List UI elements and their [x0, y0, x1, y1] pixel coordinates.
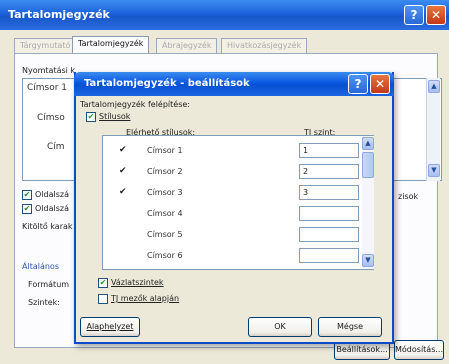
toc-level-input[interactable] — [299, 206, 359, 221]
outline-levels-label: Vázlatszintek — [111, 278, 164, 287]
options-title: Tartalomjegyzék - beállítások — [84, 78, 250, 89]
tab-index[interactable]: Tárgymutató — [14, 38, 77, 54]
style-name: Címsor 5 — [147, 230, 183, 239]
help-button[interactable]: ? — [404, 5, 424, 25]
toc-level-input[interactable]: 2 — [299, 164, 359, 179]
scroll-up-icon[interactable]: ▲ — [362, 137, 374, 150]
tc-fields-label: TJ mezők alapján — [111, 294, 180, 303]
styles-checkbox[interactable]: ✔ — [86, 112, 96, 122]
dialog-titlebar: Tartalomjegyzék ? ✕ — [0, 0, 449, 30]
show-page-numbers-label: Oldalszá — [35, 190, 69, 199]
hyperlinks-label: zisok — [398, 192, 419, 201]
ok-button[interactable]: OK — [248, 317, 312, 337]
build-from-label: Tartalomjegyzék felépítése: — [80, 100, 190, 109]
formats-label: Formátum — [28, 280, 70, 289]
checkmark-icon: ✔ — [119, 166, 127, 176]
style-row[interactable]: ✔ Címsor 1 1 — [103, 142, 361, 161]
style-row[interactable]: Címsor 6 — [103, 247, 361, 266]
tab-figures[interactable]: Ábrajegyzék — [156, 38, 218, 54]
preview-scrollbar[interactable]: ▲ ▼ — [426, 78, 440, 181]
cancel-button[interactable]: Mégse — [318, 317, 382, 337]
toc-level-input[interactable]: 3 — [299, 185, 359, 200]
toc-level-input[interactable] — [299, 227, 359, 242]
checkmark-icon: ✔ — [119, 187, 127, 197]
toc-options-dialog: Tartalomjegyzék - beállítások ? ✕ Tartal… — [74, 72, 394, 344]
right-align-checkbox[interactable]: ✔ — [22, 204, 32, 214]
options-close-button[interactable]: ✕ — [370, 74, 390, 94]
levels-label: Szintek: — [28, 298, 60, 307]
show-page-numbers-checkbox[interactable]: ✔ — [22, 190, 32, 200]
right-align-label: Oldalszá — [35, 204, 69, 213]
preview-line-3: Cím — [47, 142, 65, 152]
style-row[interactable]: Címsor 4 — [103, 205, 361, 224]
toc-level-input[interactable] — [299, 248, 359, 263]
scroll-up-icon[interactable]: ▲ — [428, 80, 440, 93]
scroll-down-icon[interactable]: ▼ — [428, 164, 440, 177]
tab-authorities[interactable]: Hivatkozásjegyzék — [221, 38, 308, 54]
toc-dialog: Tartalomjegyzék ? ✕ Tárgymutató Tartalom… — [0, 0, 449, 364]
general-section-label: Általános — [22, 262, 59, 271]
dialog-title: Tartalomjegyzék — [8, 8, 110, 21]
style-row[interactable]: Címsor 5 — [103, 226, 361, 245]
close-button[interactable]: ✕ — [426, 5, 446, 25]
reset-button[interactable]: Alaphelyzet — [80, 317, 140, 337]
style-row[interactable]: ✔ Címsor 2 2 — [103, 163, 361, 182]
style-name: Címsor 3 — [147, 188, 183, 197]
options-help-button[interactable]: ? — [348, 74, 368, 94]
style-name: Címsor 1 — [147, 146, 183, 155]
style-name: Címsor 6 — [147, 251, 183, 260]
scroll-thumb[interactable] — [362, 152, 374, 178]
print-preview-label: Nyomtatási k — [22, 66, 76, 75]
checkmark-icon: ✔ — [119, 145, 127, 155]
toc-level-input[interactable]: 1 — [299, 143, 359, 158]
styles-checkbox-label: Stílusok — [99, 112, 131, 121]
modify-button[interactable]: Módosítás... — [394, 340, 444, 360]
options-titlebar: Tartalomjegyzék - beállítások ? ✕ — [74, 72, 394, 96]
tab-toc[interactable]: Tartalomjegyzék — [72, 36, 150, 54]
styles-scrollbar[interactable]: ▲ ▼ — [362, 136, 374, 269]
tc-fields-checkbox[interactable] — [98, 294, 108, 304]
scroll-down-icon[interactable]: ▼ — [362, 254, 374, 267]
style-name: Címsor 2 — [147, 167, 183, 176]
tab-leader-label: Kitöltő karak — [22, 222, 73, 231]
style-row[interactable]: ✔ Címsor 3 3 — [103, 184, 361, 203]
styles-list: ✔ Címsor 1 1 ✔ Címsor 2 2 ✔ Címsor 3 3 C… — [102, 135, 374, 270]
preview-line-2: Címso — [37, 113, 65, 123]
outline-levels-checkbox[interactable]: ✔ — [98, 278, 108, 288]
preview-line-1: Címsor 1 — [27, 83, 68, 93]
style-name: Címsor 4 — [147, 209, 183, 218]
